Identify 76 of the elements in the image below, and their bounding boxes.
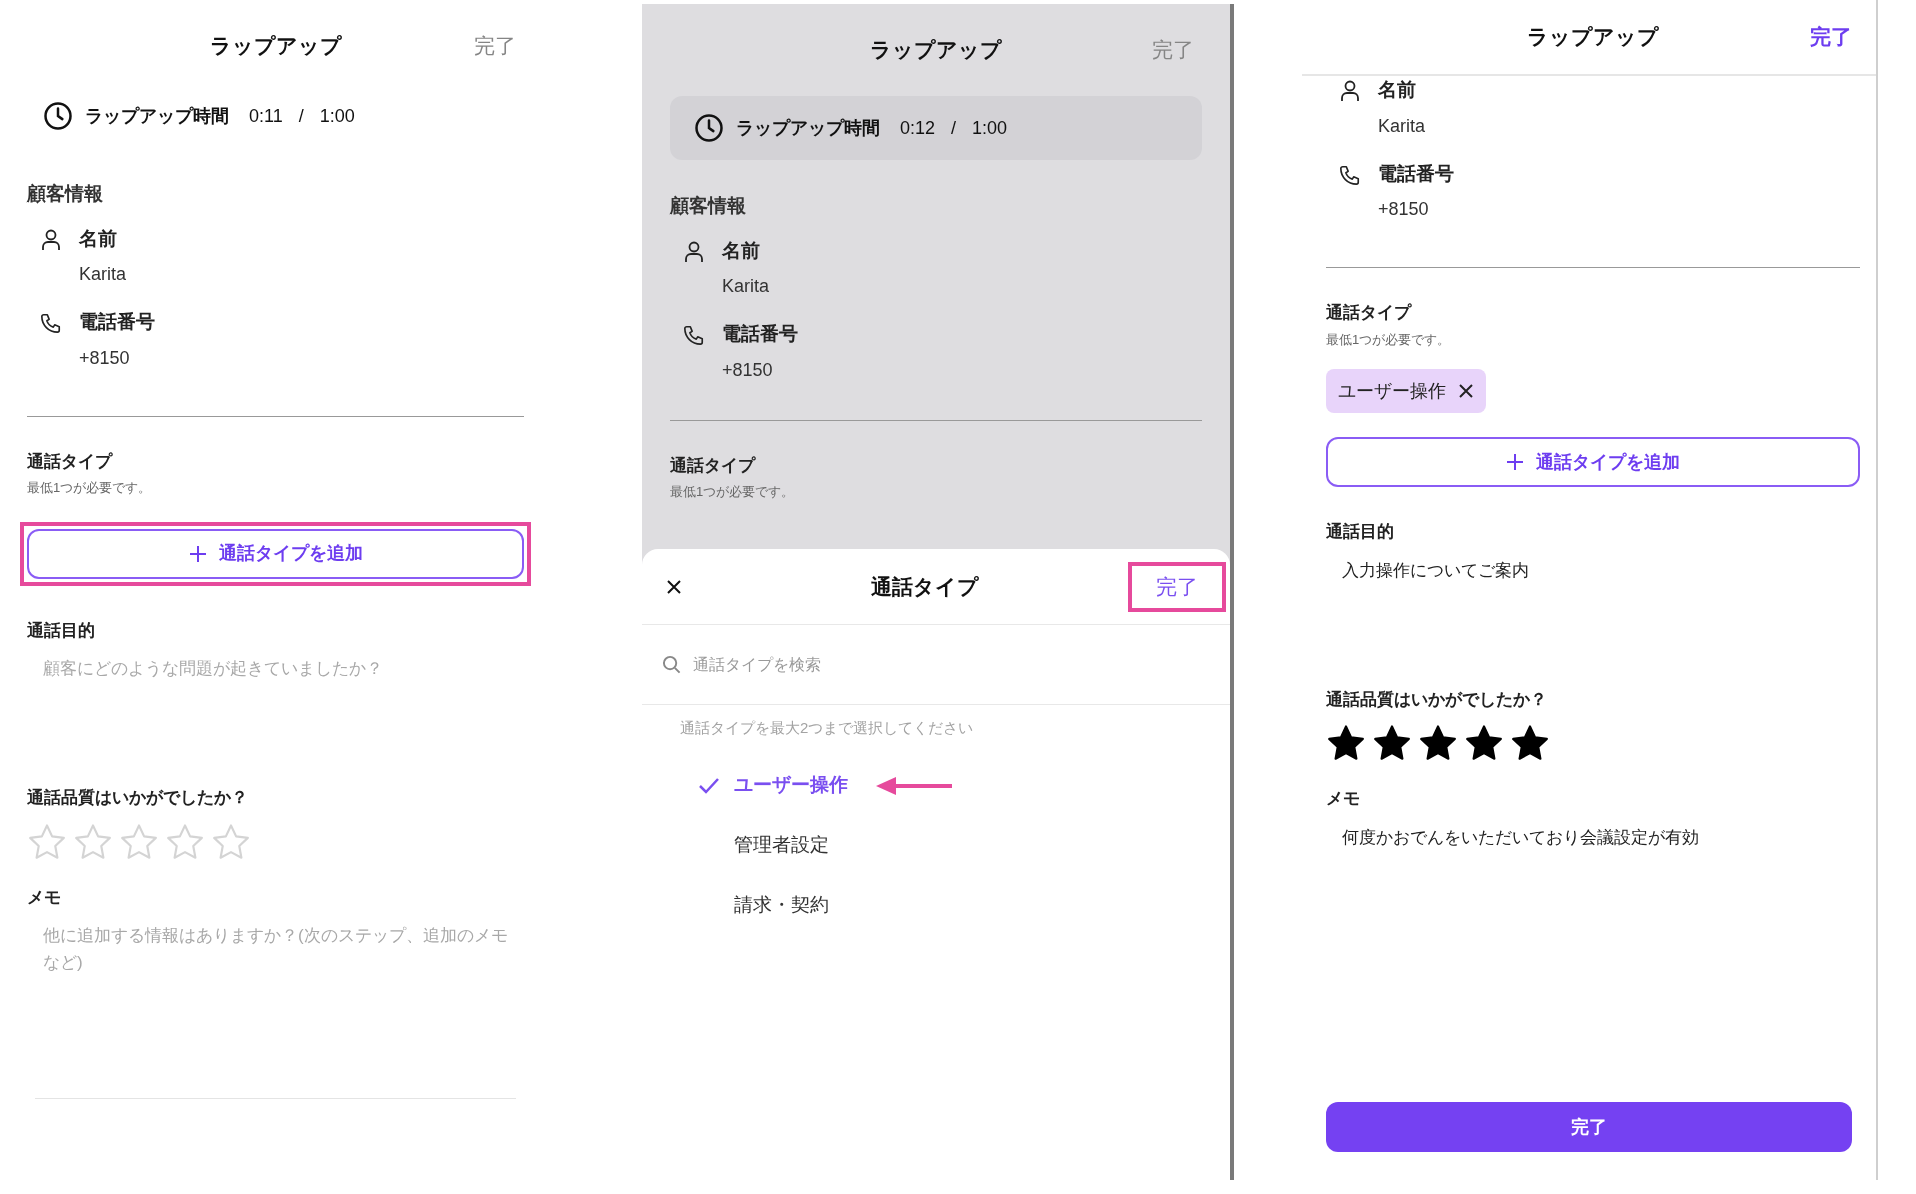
done-button[interactable]: 完了 <box>1810 21 1852 53</box>
hint-text: 最低1つが必要です。 <box>1326 330 1452 349</box>
empty-star-icon[interactable] <box>27 822 67 861</box>
hint-text: 最低1つが必要です。 <box>27 479 153 497</box>
field-value: +8150 <box>1378 198 1430 221</box>
section-label: 通話目的 <box>27 619 96 642</box>
person-icon <box>41 228 61 251</box>
time-limit: 1:00 <box>972 116 1008 140</box>
close-icon[interactable] <box>1458 383 1474 399</box>
call-type-chip[interactable]: ユーザー操作 <box>1326 369 1486 413</box>
call-type-option[interactable]: ユーザー操作 <box>734 771 848 800</box>
filled-star-icon[interactable] <box>1418 724 1458 762</box>
screen-title: ラップアップ <box>209 33 342 60</box>
hint-text: 最低1つが必要です。 <box>670 483 796 501</box>
field-label: 名前 <box>1378 78 1417 102</box>
empty-star-icon[interactable] <box>73 822 113 861</box>
field-value: Karita <box>1378 114 1426 138</box>
field-value: +8150 <box>79 346 131 370</box>
empty-star-icon[interactable] <box>211 822 251 861</box>
memo-field[interactable]: 何度かおでんをいただいており会議設定が有効 <box>1326 811 1860 930</box>
empty-star-icon[interactable] <box>119 822 159 861</box>
call-type-option[interactable]: 請求・契約 <box>734 891 829 920</box>
sheet-done-button[interactable]: 完了 <box>1128 561 1226 612</box>
field-label: 電話番号 <box>722 322 798 346</box>
section-label: 通話タイプ <box>1326 302 1413 324</box>
search-icon <box>662 655 681 674</box>
call-type-option[interactable]: 管理者設定 <box>734 831 829 860</box>
plus-icon <box>1506 453 1524 471</box>
sheet-title: 通話タイプ <box>871 573 979 600</box>
purpose-field[interactable]: 入力操作についてご案内 <box>1326 544 1860 663</box>
field-label: 電話番号 <box>1378 161 1454 186</box>
hint-text: 通話タイプを最大2つまで選択してください <box>679 718 975 738</box>
filled-star-icon[interactable] <box>1464 724 1504 762</box>
field-value: Karita <box>722 275 770 298</box>
slash-separator: / <box>951 116 957 140</box>
section-label: 通話タイプ <box>670 454 757 477</box>
field-label: 電話番号 <box>79 310 155 334</box>
section-label: メモ <box>27 886 62 909</box>
filled-star-icon[interactable] <box>1326 724 1366 762</box>
section-label: 通話品質はいかがでしたか？ <box>27 787 249 809</box>
checkmark-icon <box>698 776 720 795</box>
complete-button[interactable]: 完了 <box>1326 1102 1852 1152</box>
section-label: 通話タイプ <box>27 450 114 473</box>
phone-icon <box>1339 163 1361 186</box>
field-value: Karita <box>79 263 127 286</box>
field-label: 名前 <box>722 238 761 263</box>
done-button[interactable]: 完了 <box>474 30 516 62</box>
close-icon[interactable] <box>666 578 682 595</box>
screen-title: ラップアップ <box>1527 24 1659 51</box>
field-value: +8150 <box>722 358 774 382</box>
add-call-type-button[interactable]: 通話タイプを追加 <box>1326 437 1860 487</box>
clock-icon <box>43 101 73 131</box>
screen-title: ラップアップ <box>870 37 1002 64</box>
section-label: 通話品質はいかがでしたか？ <box>1326 688 1548 711</box>
section-heading: 顧客情報 <box>670 194 747 218</box>
timer-label: ラップアップ時間 <box>736 116 880 140</box>
add-call-type-button[interactable]: 通話タイプを追加 <box>27 528 524 579</box>
search-field[interactable]: 通話タイプを検索 <box>642 625 1230 705</box>
phone-icon <box>40 312 62 334</box>
phone-icon <box>683 324 705 346</box>
section-heading: 顧客情報 <box>27 182 104 206</box>
elapsed-time: 0:11 <box>249 104 283 128</box>
timer-label: ラップアップ時間 <box>85 104 229 128</box>
time-limit: 1:00 <box>319 104 355 128</box>
clock-icon <box>694 113 724 143</box>
plus-icon <box>188 544 207 563</box>
person-icon <box>1340 80 1360 102</box>
elapsed-time: 0:12 <box>900 116 936 140</box>
filled-star-icon[interactable] <box>1372 724 1412 762</box>
field-label: 名前 <box>79 226 118 251</box>
filled-star-icon[interactable] <box>1510 724 1550 762</box>
section-label: メモ <box>1326 788 1361 810</box>
person-icon <box>684 240 704 263</box>
slash-separator: / <box>298 104 304 128</box>
empty-star-icon[interactable] <box>165 822 205 861</box>
section-label: 通話目的 <box>1326 521 1395 543</box>
